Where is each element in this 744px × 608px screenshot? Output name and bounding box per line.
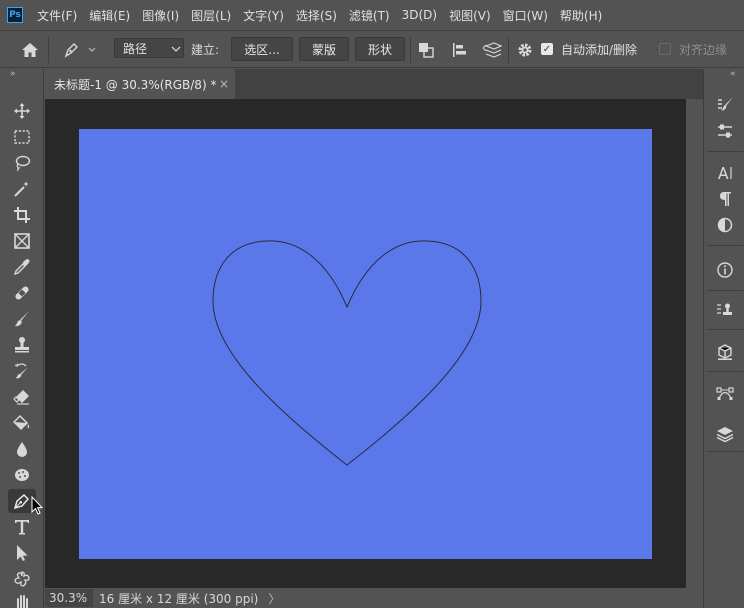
history-brush-tool-icon[interactable] xyxy=(8,359,36,383)
document-tab-title: 未标题-1 @ 30.3%(RGB/8) * xyxy=(54,77,217,92)
menu-select[interactable]: 选择(S) xyxy=(296,7,337,24)
adjustments-contrast-icon[interactable] xyxy=(712,212,738,238)
brush-tool-icon[interactable] xyxy=(8,307,36,331)
lasso-tool-icon[interactable] xyxy=(8,151,36,175)
panel-separator xyxy=(707,151,743,152)
eraser-tool-icon[interactable] xyxy=(8,385,36,409)
menu-bar: Ps 文件(F) 编辑(E) 图像(I) 图层(L) 文字(Y) 选择(S) 滤… xyxy=(0,0,744,30)
path-operations-icon[interactable] xyxy=(417,41,435,59)
auto-add-delete-label: 自动添加/删除 xyxy=(561,43,638,57)
paragraph-panel-icon[interactable] xyxy=(712,186,738,212)
layers-panel-icon[interactable] xyxy=(712,421,738,447)
menu-image[interactable]: 图像(I) xyxy=(142,7,179,24)
path-alignment-icon[interactable] xyxy=(451,41,469,59)
sponge-tool-icon[interactable] xyxy=(8,463,36,487)
type-tool-icon[interactable] xyxy=(8,515,36,539)
custom-shape-tool-icon[interactable] xyxy=(8,567,36,591)
eyedropper-tool-icon[interactable] xyxy=(8,255,36,279)
3d-panel-icon[interactable] xyxy=(712,339,738,365)
spot-healing-brush-icon[interactable] xyxy=(8,281,36,305)
build-label: 建立: xyxy=(191,43,220,57)
document-info: 16 厘米 x 12 厘米 (300 ppi) xyxy=(99,591,259,606)
close-icon[interactable]: × xyxy=(219,77,229,91)
right-panel-dock: « xyxy=(703,69,744,608)
frame-tool-icon[interactable] xyxy=(8,229,36,253)
options-bar: 路径 建立: 选区... 蒙版 形状 ✓ 自动添加/删除 对齐边缘 xyxy=(0,30,744,68)
document-canvas[interactable] xyxy=(79,129,652,559)
align-edges-label: 对齐边缘 xyxy=(679,43,728,57)
heart-path-outline xyxy=(212,240,482,466)
menu-edit[interactable]: 编辑(E) xyxy=(89,7,130,24)
make-shape-button[interactable]: 形状 xyxy=(355,37,405,61)
character-panel-icon[interactable] xyxy=(712,160,738,186)
brush-settings-icon[interactable] xyxy=(712,92,738,118)
adjustments-sliders-icon[interactable] xyxy=(712,118,738,144)
move-tool-icon[interactable] xyxy=(8,99,36,123)
panel-separator xyxy=(707,290,743,291)
menu-file[interactable]: 文件(F) xyxy=(37,7,77,24)
menu-3d[interactable]: 3D(D) xyxy=(402,8,437,22)
make-mask-button[interactable]: 蒙版 xyxy=(299,37,349,61)
auto-add-delete-checkbox[interactable]: ✓ xyxy=(541,43,553,55)
info-icon[interactable] xyxy=(712,257,738,283)
menu-type[interactable]: 文字(Y) xyxy=(243,7,284,24)
tools-panel: » xyxy=(0,69,44,608)
clone-source-icon[interactable] xyxy=(712,297,738,323)
separator xyxy=(48,37,49,63)
path-selection-tool-icon[interactable] xyxy=(8,541,36,565)
canvas-area[interactable] xyxy=(45,99,686,588)
hand-tool-icon[interactable] xyxy=(8,591,36,608)
panel-separator xyxy=(707,451,743,452)
mode-select[interactable]: 路径 xyxy=(114,38,184,58)
separator xyxy=(508,37,509,63)
zoom-level-field[interactable]: 30.3% xyxy=(45,589,93,607)
blur-tool-icon[interactable] xyxy=(8,437,36,461)
paths-panel-icon[interactable] xyxy=(712,381,738,407)
gear-icon[interactable] xyxy=(516,41,534,59)
document-tab[interactable]: 未标题-1 @ 30.3%(RGB/8) * × xyxy=(45,69,235,99)
chevron-down-icon xyxy=(171,46,181,52)
document-tab-bar: 未标题-1 @ 30.3%(RGB/8) * × xyxy=(45,69,703,99)
zoom-level-value: 30.3% xyxy=(49,591,88,605)
separator xyxy=(410,37,411,63)
menu-help[interactable]: 帮助(H) xyxy=(560,7,602,24)
heart-path[interactable] xyxy=(79,129,652,559)
panel-separator xyxy=(707,371,743,372)
path-arrangement-icon[interactable] xyxy=(482,40,502,60)
rectangular-marquee-tool-icon[interactable] xyxy=(8,125,36,149)
menu-layer[interactable]: 图层(L) xyxy=(191,7,231,24)
paint-bucket-tool-icon[interactable] xyxy=(8,411,36,435)
panel-expand-icon[interactable]: « xyxy=(730,69,744,79)
align-edges-checkbox[interactable] xyxy=(659,43,671,55)
crop-tool-icon[interactable] xyxy=(8,203,36,227)
panel-collapse-icon[interactable]: » xyxy=(10,69,34,79)
status-menu-arrow-icon[interactable]: 〉 xyxy=(268,590,280,607)
magic-wand-tool-icon[interactable] xyxy=(8,177,36,201)
menu-view[interactable]: 视图(V) xyxy=(449,7,491,24)
vertical-scrollbar[interactable] xyxy=(686,99,703,588)
pen-tool-preset-icon[interactable] xyxy=(62,41,98,59)
panel-separator xyxy=(707,245,743,246)
mouse-cursor-icon xyxy=(31,496,43,516)
menu-window[interactable]: 窗口(W) xyxy=(503,7,548,24)
home-icon[interactable] xyxy=(20,41,40,59)
menu-filter[interactable]: 滤镜(T) xyxy=(349,7,390,24)
mode-select-value: 路径 xyxy=(123,41,148,56)
panel-separator xyxy=(707,329,743,330)
clone-stamp-tool-icon[interactable] xyxy=(8,333,36,357)
make-selection-button[interactable]: 选区... xyxy=(231,37,293,61)
status-bar: 30.3% 16 厘米 x 12 厘米 (300 ppi) 〉 xyxy=(45,588,703,608)
photoshop-logo: Ps xyxy=(7,7,23,23)
